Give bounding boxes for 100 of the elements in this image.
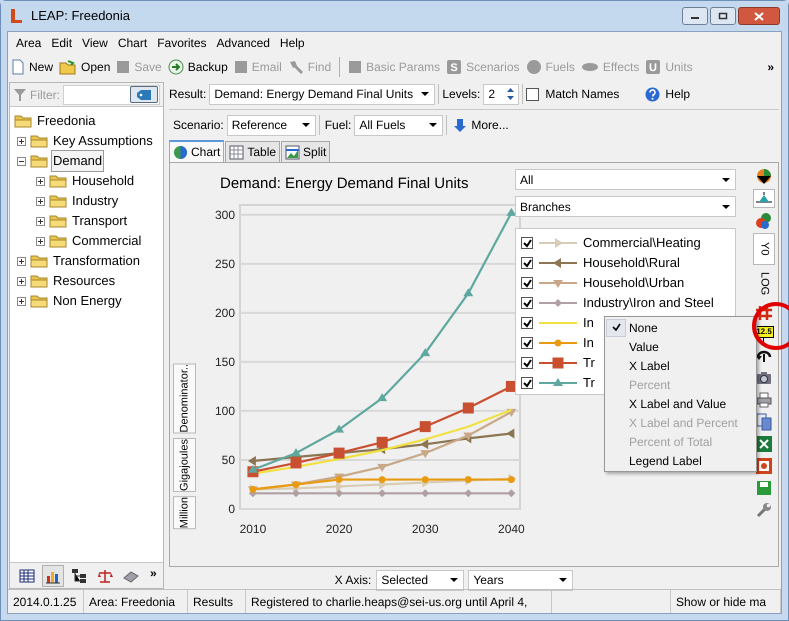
folder-icon: [14, 114, 32, 128]
tree-item[interactable]: Commercial: [70, 230, 144, 252]
chart-tool-button[interactable]: [753, 456, 775, 475]
unit-dropdown[interactable]: Years: [468, 570, 574, 590]
unit-button[interactable]: Million: [173, 496, 196, 529]
menu-item[interactable]: Help: [274, 34, 310, 52]
tree-item[interactable]: Transport: [70, 210, 130, 232]
square-icon: [348, 60, 362, 74]
tick-label: 2030: [412, 522, 439, 536]
legend-checkbox[interactable]: [521, 357, 533, 369]
caret-icon: [300, 122, 311, 128]
menu-item[interactable]: Area: [11, 34, 46, 52]
status-text: 2014.0.1.25: [13, 594, 76, 610]
menu-item[interactable]: Legend Label: [606, 451, 706, 470]
table-icon: [229, 144, 244, 160]
help-link[interactable]: Help: [665, 85, 690, 103]
result-dropdown[interactable]: Demand: Energy Demand Final Units: [209, 84, 436, 104]
maximize-button[interactable]: [710, 7, 736, 25]
scenario-dropdown[interactable]: Reference: [226, 114, 316, 136]
menu-item[interactable]: Favorites: [152, 34, 212, 52]
filter-field[interactable]: [63, 84, 160, 104]
tree-item[interactable]: Resources: [51, 270, 118, 292]
point: [506, 208, 516, 216]
point: [420, 348, 430, 356]
fuel-dropdown[interactable]: All Fuels: [354, 114, 444, 136]
expand-icon[interactable]: [36, 236, 45, 246]
legend-checkbox[interactable]: [521, 337, 533, 349]
tree-item[interactable]: Non Energy: [51, 290, 124, 312]
menu-item[interactable]: Edit: [46, 34, 78, 52]
menu-item[interactable]: X Label and Value: [606, 394, 730, 413]
more-link[interactable]: More...: [471, 116, 509, 134]
tree-item[interactable]: Freedonia: [35, 110, 98, 132]
menu-item[interactable]: Value: [606, 337, 663, 356]
tab[interactable]: Table: [225, 141, 280, 162]
x-axis-dropdown[interactable]: Selected: [376, 570, 464, 590]
point: [378, 489, 386, 498]
collapse-icon[interactable]: [17, 156, 26, 166]
split-view-icon: [285, 144, 300, 160]
status-text: Results: [193, 594, 234, 610]
menu-item[interactable]: Advanced: [212, 34, 275, 52]
folder-icon: [49, 234, 67, 248]
folder-icon: [30, 274, 48, 288]
checkbox[interactable]: [526, 88, 540, 100]
point: [376, 436, 388, 448]
expand-icon[interactable]: [17, 256, 26, 266]
overflow-chevron[interactable]: »: [767, 58, 778, 76]
filter-dropdown[interactable]: Branches: [515, 196, 736, 217]
check-icon: [522, 318, 532, 328]
tree-item[interactable]: Demand: [51, 150, 104, 172]
tree-item[interactable]: Key Assumptions: [51, 130, 155, 152]
toolbar-button[interactable]: Backup: [168, 58, 228, 76]
point: [420, 421, 431, 432]
letter-icon: S: [446, 59, 462, 75]
point: [377, 393, 388, 402]
legend-checkbox[interactable]: [521, 277, 533, 289]
unit-button[interactable]: Gigajoules: [173, 438, 196, 492]
levels-spinner[interactable]: 2: [483, 84, 520, 104]
check-icon: [612, 323, 620, 332]
point: [248, 456, 256, 466]
expand-icon[interactable]: [36, 196, 45, 206]
square-icon: [234, 60, 248, 74]
point: [463, 432, 474, 440]
legend-checkbox[interactable]: [521, 317, 533, 329]
minimize-button[interactable]: [682, 7, 708, 25]
expand-icon[interactable]: [36, 216, 45, 226]
tick-label: 50: [222, 452, 235, 467]
menu-item[interactable]: View: [77, 34, 113, 52]
menu-item[interactable]: Chart: [112, 34, 152, 52]
expand-icon[interactable]: [36, 176, 45, 186]
legend-checkbox[interactable]: [521, 297, 533, 309]
filter-dropdown[interactable]: All: [515, 169, 736, 190]
view-button[interactable]: [42, 564, 64, 586]
tick-label: 100: [214, 404, 235, 418]
menu-item[interactable]: X Label: [606, 356, 674, 375]
caret-icon: [558, 577, 568, 583]
chart-tool-button[interactable]: [753, 189, 775, 208]
menu-item[interactable]: None: [606, 318, 662, 337]
tree-item[interactable]: Household: [70, 170, 136, 192]
tree-item[interactable]: Transformation: [51, 250, 142, 272]
point: [463, 288, 474, 296]
overflow-chevron[interactable]: »: [150, 564, 157, 582]
toolbar-button[interactable]: Open: [59, 58, 110, 76]
legend-checkbox[interactable]: [521, 237, 533, 249]
chart-tool-button[interactable]: Y0: [753, 233, 775, 265]
expand-icon[interactable]: [17, 136, 26, 146]
close-button[interactable]: [738, 7, 780, 25]
tree-item[interactable]: Industry: [70, 190, 120, 212]
square-icon: [116, 60, 130, 74]
legend-checkbox[interactable]: [521, 377, 533, 389]
tag-button[interactable]: [130, 86, 158, 103]
tab[interactable]: Split: [281, 141, 330, 162]
legend-checkbox[interactable]: [521, 257, 533, 269]
help-icon: [645, 86, 660, 102]
tab[interactable]: Chart: [169, 140, 224, 162]
folder-icon: [59, 59, 78, 75]
unit-button[interactable]: Denominator..: [173, 363, 196, 434]
chart-tool-button[interactable]: LOG: [753, 268, 775, 300]
expand-icon[interactable]: [17, 276, 26, 286]
expand-icon[interactable]: [17, 296, 26, 306]
toolbar-button[interactable]: New: [11, 58, 54, 76]
